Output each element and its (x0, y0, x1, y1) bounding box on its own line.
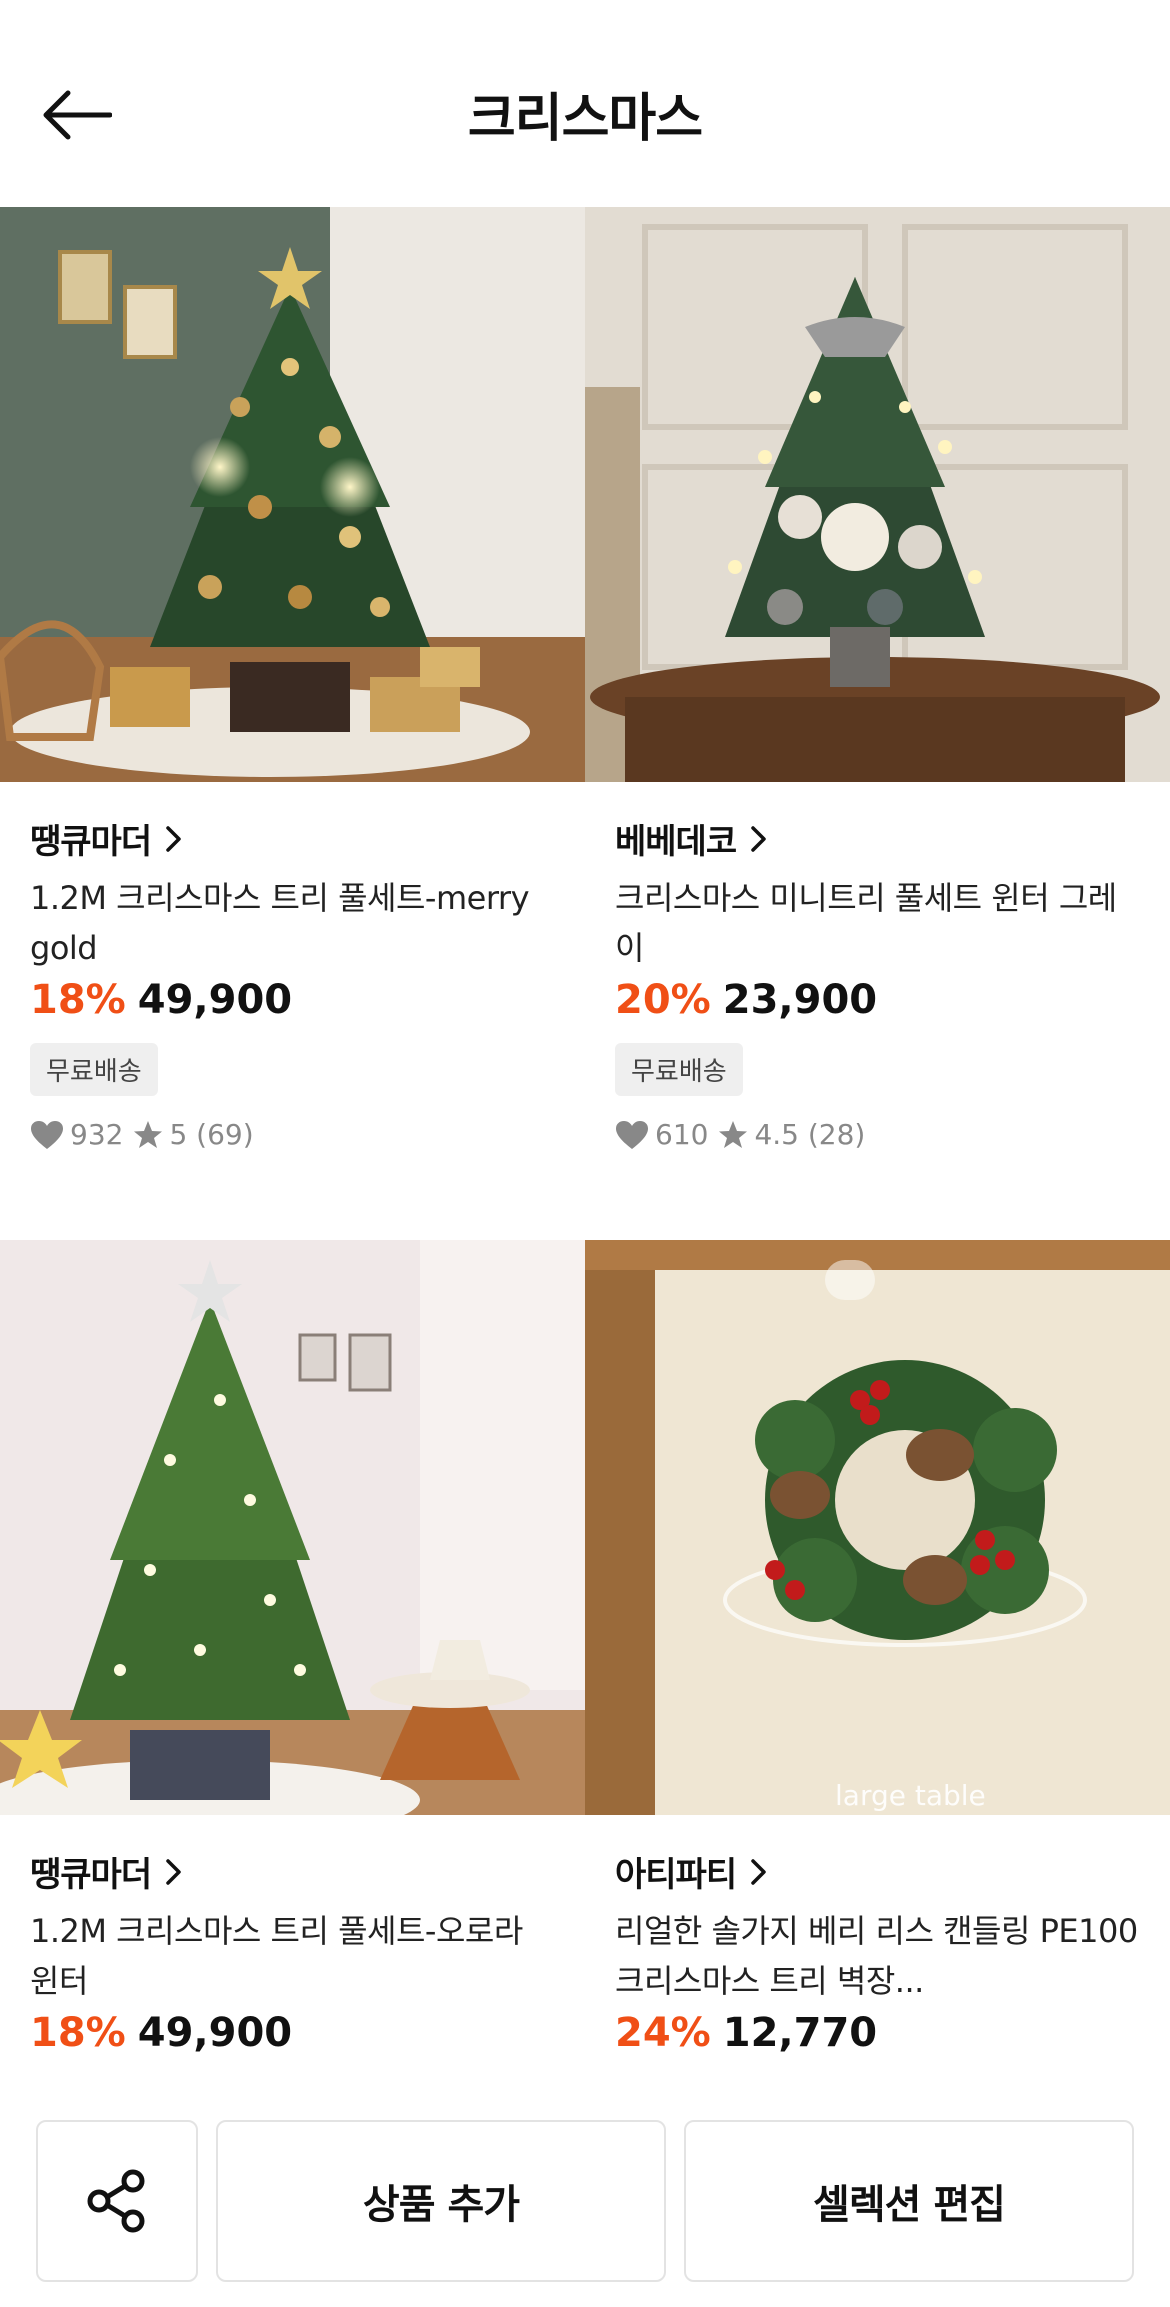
product-name: 1.2M 크리스마스 트리 풀세트-merry gold (30, 879, 530, 967)
seller-link[interactable]: 땡큐마더 (30, 814, 555, 863)
discount-rate: 24% (615, 2010, 711, 2056)
price-row: 20% 23,900 (615, 977, 1140, 1023)
edit-selection-button[interactable]: 셀렉션 편집 (684, 2120, 1134, 2282)
seller-name: 베베데코 (615, 822, 737, 862)
product-image-mini-tree[interactable] (585, 207, 1170, 782)
product-image-berry-wreath[interactable]: large table (585, 1240, 1170, 1815)
discount-rate: 18% (30, 2010, 126, 2056)
price-row: 18% 49,900 (30, 2010, 555, 2056)
share-button[interactable] (36, 2120, 198, 2282)
discount-rate: 18% (30, 977, 126, 1023)
header: 크리스마스 (0, 0, 1170, 207)
image-caption: large table (835, 1779, 986, 1812)
chevron-right-icon (751, 1858, 766, 1885)
seller-link[interactable]: 베베데코 (615, 814, 1140, 863)
share-icon (87, 2169, 145, 2233)
seller-link[interactable]: 땡큐마더 (30, 1847, 555, 1896)
product-card[interactable]: 땡큐마더 1.2M 크리스마스 트리 풀세트-오로라 윈터 18% 49,900 (0, 1240, 585, 2056)
bottom-action-bar: 상품 추가 셀렉션 편집 (0, 2100, 1170, 2307)
free-shipping-badge: 무료배송 (615, 1043, 743, 1096)
product-name: 리얼한 솔가지 베리 리스 캔들링 PE100 크리스마스 트리 벽장... (615, 1912, 1138, 2000)
price: 49,900 (137, 2010, 293, 2056)
product-stats: 610 4.5 (28) (615, 1118, 1140, 1151)
discount-rate: 20% (615, 977, 711, 1023)
page-title: 크리스마스 (467, 89, 703, 149)
rating: 5 (69) (169, 1118, 254, 1151)
price-row: 18% 49,900 (30, 977, 555, 1023)
chevron-right-icon (166, 825, 181, 852)
chevron-right-icon (166, 1858, 181, 1885)
price: 49,900 (137, 977, 293, 1023)
rating: 4.5 (28) (754, 1118, 866, 1151)
chevron-right-icon (751, 825, 766, 852)
price-row: 24% 12,770 (615, 2010, 1140, 2056)
product-card[interactable]: large table 아티파티 리얼한 솔가지 베리 리스 캔들링 PE100… (585, 1240, 1170, 2056)
seller-name: 땡큐마더 (30, 1855, 152, 1895)
add-product-button[interactable]: 상품 추가 (216, 2120, 666, 2282)
product-image-christmas-tree[interactable] (0, 207, 585, 782)
free-shipping-badge: 무료배송 (30, 1043, 158, 1096)
product-card[interactable]: 베베데코 크리스마스 미니트리 풀세트 윈터 그레이 20% 23,900 무료… (585, 207, 1170, 1151)
product-name: 크리스마스 미니트리 풀세트 윈터 그레이 (615, 879, 1117, 967)
heart-icon (616, 1120, 648, 1149)
seller-name: 아티파티 (615, 1855, 737, 1895)
star-icon (719, 1120, 748, 1148)
product-card[interactable]: 땡큐마더 1.2M 크리스마스 트리 풀세트-merry gold 18% 49… (0, 207, 585, 1151)
like-count: 932 (70, 1118, 124, 1151)
seller-name: 땡큐마더 (30, 822, 152, 862)
star-icon (134, 1120, 163, 1148)
price: 12,770 (722, 2010, 878, 2056)
product-stats: 932 5 (69) (30, 1118, 555, 1151)
product-image-aurora-tree[interactable] (0, 1240, 585, 1815)
seller-link[interactable]: 아티파티 (615, 1847, 1140, 1896)
product-name: 1.2M 크리스마스 트리 풀세트-오로라 윈터 (30, 1912, 523, 2000)
like-count: 610 (655, 1118, 709, 1151)
heart-icon (31, 1120, 63, 1149)
price: 23,900 (722, 977, 878, 1023)
